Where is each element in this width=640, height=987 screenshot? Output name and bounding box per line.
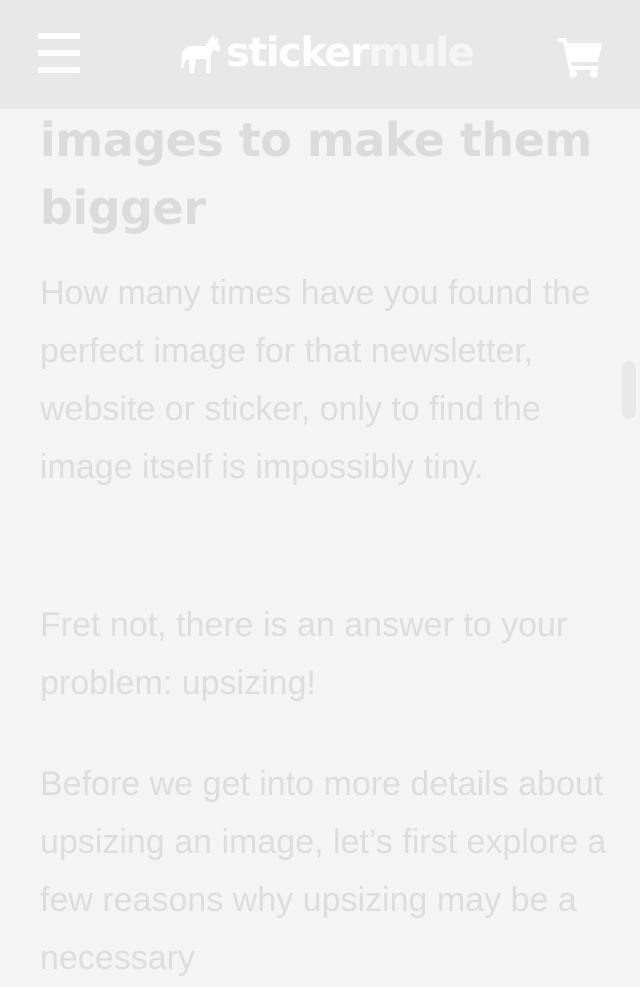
logo-text-mule: mule bbox=[368, 30, 475, 76]
mule-icon bbox=[181, 35, 221, 73]
shopping-cart-icon[interactable] bbox=[556, 34, 604, 78]
hamburger-menu-icon[interactable] bbox=[38, 33, 80, 73]
logo-text-sticker: sticker bbox=[226, 30, 370, 76]
article-paragraph: Before we get into more details about up… bbox=[40, 765, 607, 977]
stickermule-logo[interactable]: sticker mule bbox=[178, 28, 475, 78]
top-nav-bar: sticker mule bbox=[0, 0, 640, 109]
article-headline: images to make them bigger bbox=[40, 113, 592, 235]
article-paragraph: Fret not, there is an answer to your pro… bbox=[40, 606, 568, 702]
article-paragraph: How many times have you found the perfec… bbox=[40, 274, 590, 486]
scrollbar-thumb[interactable] bbox=[622, 361, 636, 419]
